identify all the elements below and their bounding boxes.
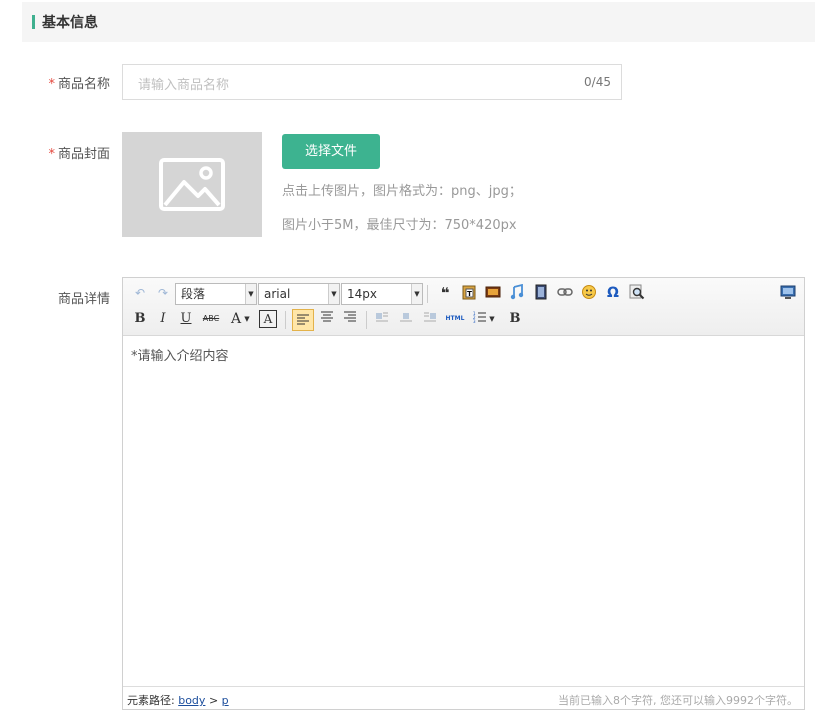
background-color-button[interactable]: A: [259, 310, 277, 328]
fullscreen-icon[interactable]: [779, 284, 797, 302]
path-p-link[interactable]: p: [222, 694, 229, 707]
name-label: * 商品名称: [22, 73, 110, 92]
chevron-down-icon[interactable]: ▼: [242, 310, 252, 328]
blockquote-icon[interactable]: ❝: [436, 284, 454, 302]
name-label-text: 商品名称: [57, 77, 110, 92]
rich-text-editor: ↶ ↷ 段落 ▼ arial ▼ 14px ▼ ❝ T Ω B I U ABC …: [122, 277, 805, 710]
emoticon-icon[interactable]: [580, 284, 598, 302]
section-header: 基本信息: [22, 2, 815, 42]
search-replace-icon[interactable]: [628, 284, 646, 302]
toolbar-separator: [427, 285, 428, 303]
chevron-down-icon: ▼: [411, 284, 422, 304]
toolbar-separator: [366, 311, 367, 329]
font-family-select[interactable]: arial ▼: [258, 283, 340, 305]
font-size-value: 14px: [347, 287, 377, 301]
name-placeholder: 请输入商品名称: [138, 78, 230, 93]
underline-button[interactable]: U: [177, 310, 195, 328]
product-name-input[interactable]: 请输入商品名称 0/45: [122, 64, 622, 100]
path-separator: >: [208, 694, 219, 707]
image-float-right-icon[interactable]: [421, 310, 439, 328]
editor-statusbar: 元素路径: body > p 当前已输入8个字符, 您还可以输入9992个字符。: [123, 686, 804, 709]
insert-music-icon[interactable]: [508, 283, 526, 302]
cover-label: * 商品封面: [22, 143, 110, 162]
align-left-button[interactable]: [292, 309, 314, 331]
insert-image-icon[interactable]: [484, 284, 502, 302]
path-body-link[interactable]: body: [178, 694, 205, 707]
chevron-down-icon[interactable]: ▼: [487, 310, 497, 328]
word-count: 当前已输入8个字符, 您还可以输入9992个字符。: [558, 694, 798, 707]
upload-hint-size: 图片小于5M，最佳尺寸为：750*420px: [282, 218, 517, 233]
paste-plain-icon[interactable]: T: [460, 284, 478, 302]
section-accent-bar: [32, 15, 35, 29]
format-bold-button[interactable]: B: [506, 310, 524, 328]
image-icon: [159, 158, 225, 211]
link-icon[interactable]: [556, 284, 574, 302]
chevron-down-icon: ▼: [328, 284, 339, 304]
element-path-label: 元素路径:: [127, 694, 175, 707]
chevron-down-icon: ▼: [245, 284, 256, 304]
bold-button[interactable]: B: [131, 310, 149, 328]
required-mark: *: [48, 77, 55, 92]
align-center-button[interactable]: [318, 310, 336, 328]
insert-video-icon[interactable]: [532, 284, 550, 302]
toolbar-separator: [285, 311, 286, 329]
cover-image-placeholder[interactable]: [122, 132, 262, 237]
paragraph-value: 段落: [181, 287, 206, 301]
required-mark: *: [48, 147, 55, 162]
name-char-count: 0/45: [584, 75, 611, 89]
align-right-button[interactable]: [341, 310, 359, 328]
element-path: 元素路径: body > p: [127, 692, 229, 708]
redo-icon[interactable]: ↷: [154, 284, 172, 302]
editor-toolbar: ↶ ↷ 段落 ▼ arial ▼ 14px ▼ ❝ T Ω B I U ABC …: [123, 278, 804, 336]
italic-button[interactable]: I: [154, 310, 172, 328]
image-float-left-icon[interactable]: [373, 310, 391, 328]
svg-text:3: 3: [473, 319, 476, 324]
svg-text:T: T: [467, 290, 472, 298]
upload-hint-format: 点击上传图片，图片格式为：png、jpg；: [282, 184, 522, 199]
section-title: 基本信息: [42, 15, 98, 31]
image-float-none-icon[interactable]: [397, 310, 415, 328]
choose-file-button[interactable]: 选择文件: [282, 134, 380, 169]
special-char-icon[interactable]: Ω: [604, 284, 622, 302]
editor-content-placeholder[interactable]: *请输入介绍内容: [131, 345, 229, 364]
html-source-button[interactable]: HTML: [444, 310, 466, 328]
font-family-value: arial: [264, 287, 291, 301]
cover-label-text: 商品封面: [57, 147, 110, 162]
font-size-select[interactable]: 14px ▼: [341, 283, 423, 305]
detail-label: 商品详情: [57, 292, 110, 307]
paragraph-select[interactable]: 段落 ▼: [175, 283, 257, 305]
undo-icon[interactable]: ↶: [131, 284, 149, 302]
strikethrough-button[interactable]: ABC: [200, 310, 222, 328]
